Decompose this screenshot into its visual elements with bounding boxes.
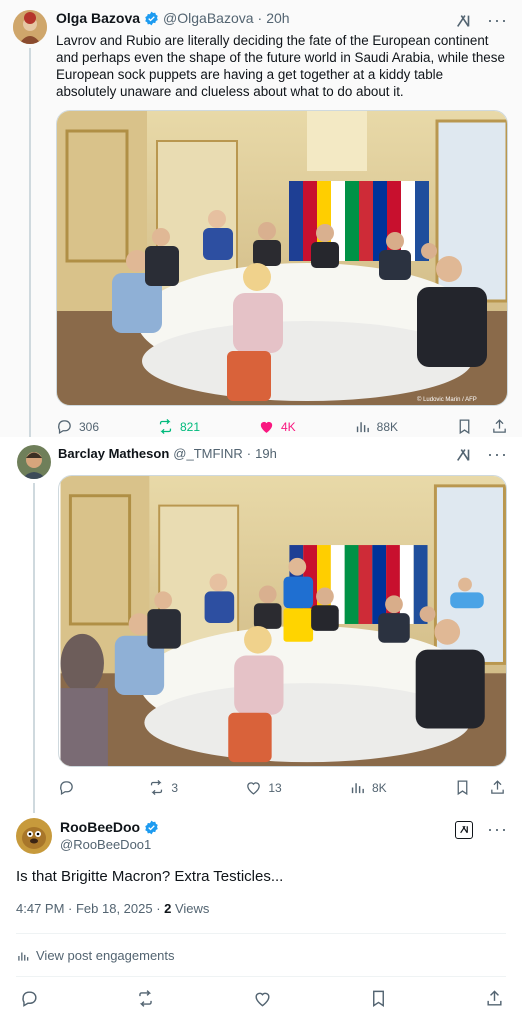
bookmark-icon[interactable] xyxy=(454,779,471,796)
thread-line xyxy=(29,48,31,437)
bookmark-icon[interactable] xyxy=(456,418,473,435)
more-options-icon[interactable]: ··· xyxy=(487,444,508,465)
views-icon xyxy=(18,952,29,961)
thread-line xyxy=(33,483,35,813)
author-name[interactable]: Olga Bazova xyxy=(56,10,140,26)
grok-icon[interactable] xyxy=(455,820,474,839)
views-label: Views xyxy=(171,901,210,916)
tweet-1[interactable]: Olga Bazova @OlgaBazova · 20h ··· Lavrov… xyxy=(0,0,522,437)
share-icon[interactable] xyxy=(491,418,508,435)
tweet-actions: 3 13 8K xyxy=(58,779,506,796)
more-options-icon[interactable]: ··· xyxy=(487,10,508,31)
avatar[interactable] xyxy=(16,818,52,854)
engagements-label: View post engagements xyxy=(36,948,175,963)
share-icon[interactable] xyxy=(489,779,506,796)
separator-dot: · xyxy=(246,446,252,461)
verified-badge-icon xyxy=(145,11,158,25)
reply-button[interactable]: 306 xyxy=(56,418,99,435)
grok-icon[interactable] xyxy=(455,12,473,30)
repost-icon xyxy=(151,779,163,796)
repost-icon xyxy=(159,418,172,435)
heart-icon[interactable] xyxy=(253,989,272,1008)
avatar[interactable] xyxy=(13,10,47,44)
divider xyxy=(16,976,506,977)
views-icon xyxy=(356,422,369,433)
views-button[interactable]: 8K xyxy=(349,779,387,796)
reply-count: 306 xyxy=(79,419,100,434)
repost-count: 821 xyxy=(180,419,201,434)
tweet-3-focused[interactable]: RooBeeDoo @RooBeeDoo1 ··· Is that Brigit… xyxy=(0,813,522,1023)
share-icon[interactable] xyxy=(485,989,504,1008)
tweet-text: Lavrov and Rubio are literally deciding … xyxy=(56,33,505,99)
author-name[interactable]: RooBeeDoo xyxy=(60,819,140,835)
more-options-icon[interactable]: ··· xyxy=(487,819,508,840)
tweet-photo[interactable]: © Ludovic Marin / AFP xyxy=(56,110,508,406)
avatar[interactable] xyxy=(17,445,51,479)
author-handle[interactable]: @RooBeeDoo1 xyxy=(60,837,151,852)
verified-badge-icon xyxy=(145,820,158,834)
repost-icon[interactable] xyxy=(136,989,155,1008)
tweet-text: Is that Brigitte Macron? Extra Testicles… xyxy=(16,868,284,885)
views-icon xyxy=(351,783,364,794)
repost-button[interactable]: 821 xyxy=(157,418,200,435)
tweet-actions: 306 821 4K 88K xyxy=(56,418,508,435)
reply-icon xyxy=(60,781,73,796)
like-count: 13 xyxy=(268,780,282,795)
bookmark-icon[interactable] xyxy=(369,989,388,1008)
like-button[interactable]: 4K xyxy=(258,418,296,435)
reply-icon[interactable] xyxy=(20,989,39,1008)
views-button[interactable]: 88K xyxy=(354,418,398,435)
tweet-header: Barclay Matheson @_TMFINR · 19h xyxy=(58,446,462,461)
timestamp[interactable]: 20h xyxy=(266,10,289,26)
tweet-header: RooBeeDoo xyxy=(60,819,159,835)
heart-icon xyxy=(247,782,261,795)
tweet-header-actions: ··· xyxy=(455,819,508,840)
tweet-2[interactable]: Barclay Matheson @_TMFINR · 19h ··· 3 13… xyxy=(0,437,522,813)
separator-dot: · xyxy=(257,10,263,26)
reply-button[interactable] xyxy=(58,779,81,796)
tweet-header: Olga Bazova @OlgaBazova · 20h xyxy=(56,10,462,26)
like-count: 4K xyxy=(281,419,296,434)
tweet-header-actions: ··· xyxy=(455,10,508,31)
author-handle[interactable]: @OlgaBazova xyxy=(163,10,253,26)
repost-button[interactable]: 3 xyxy=(148,779,178,796)
reply-icon xyxy=(58,420,71,435)
views-count: 8K xyxy=(371,780,387,795)
author-name[interactable]: Barclay Matheson xyxy=(58,446,169,461)
photo-watermark: © Ludovic Marin / AFP xyxy=(417,396,477,403)
tweet-header-actions: ··· xyxy=(455,444,508,465)
repost-count: 3 xyxy=(171,780,178,795)
like-button[interactable]: 13 xyxy=(245,779,282,796)
timestamp[interactable]: 19h xyxy=(255,446,277,461)
grok-icon[interactable] xyxy=(455,446,473,464)
timestamp[interactable]: 4:47 PM · Feb 18, 2025 · xyxy=(16,901,164,916)
views-count: 88K xyxy=(376,419,399,434)
view-engagements-link[interactable]: View post engagements xyxy=(16,948,175,963)
tweet-meta: 4:47 PM · Feb 18, 2025 · 2 Views xyxy=(16,901,209,916)
heart-icon xyxy=(260,421,273,433)
divider xyxy=(16,933,506,934)
tweet-photo[interactable] xyxy=(58,475,507,767)
author-handle[interactable]: @_TMFINR xyxy=(173,446,243,461)
tweet-actions xyxy=(20,989,504,1008)
